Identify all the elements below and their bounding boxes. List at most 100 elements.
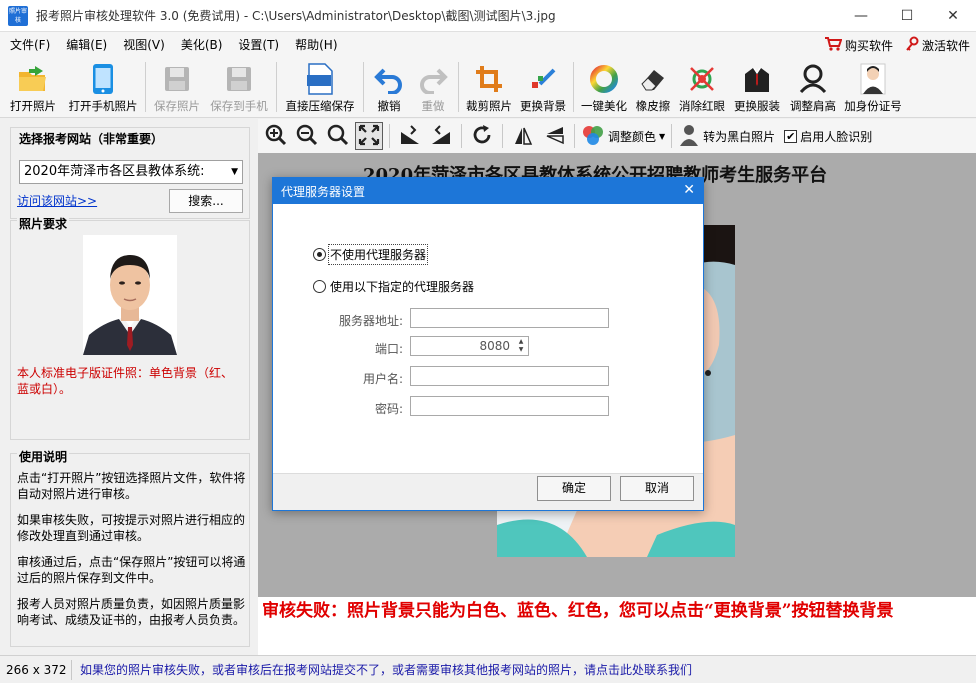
add-id-number-button[interactable]: 加身份证号 [841,58,905,116]
remove-red-eye-label: 消除红眼 [679,99,725,113]
phone-icon [86,62,120,96]
password-label: 密码: [374,402,403,416]
menu-beautify[interactable]: 美化(B) [173,32,231,58]
spin-arrows-icon[interactable]: ▲ ▼ [516,338,526,354]
face-detect-checkbox[interactable]: ✔ [784,129,798,143]
one-click-beautify-button[interactable]: 一键美化 [577,58,631,116]
save-disk-icon [160,62,194,96]
instructions-text: 点击“打开照片”按钮选择照片文件，软件将自动对照片进行审核。 如果审核失败，可按… [17,470,247,638]
activate-software-button[interactable]: 激活软件 [905,36,970,55]
menu-edit[interactable]: 编辑(E) [58,32,115,58]
username-field[interactable] [410,366,609,386]
suit-icon [740,62,774,96]
requirements-group-title: 照片要求 [17,215,70,232]
ok-button[interactable]: 确定 [537,476,611,501]
adjust-shoulders-label: 调整肩高 [790,99,836,113]
menu-file[interactable]: 文件(F) [0,32,58,58]
site-group-title: 选择报考网站（非常重要） [17,130,166,147]
site-select[interactable]: 2020年菏泽市各区县教体系统: ▼ [19,160,243,184]
radio-use-proxy[interactable]: 使用以下指定的代理服务器 [313,278,474,295]
dialog-close-icon[interactable]: ✕ [683,182,695,198]
zoom-out-button[interactable] [293,122,321,150]
save-phone-icon [222,62,256,96]
port-label: 端口: [374,342,403,356]
radio-use-proxy-button[interactable] [313,280,326,293]
cancel-button[interactable]: 取消 [620,476,694,501]
zoom-in-button[interactable] [262,122,290,150]
window-title: 报考照片审核处理软件 3.0 (免费试用) - C:\Users\Adminis… [36,9,556,23]
fit-window-button[interactable] [355,122,383,150]
adjust-shoulders-button[interactable]: 调整肩高 [785,58,841,116]
close-button[interactable]: ✕ [930,0,976,32]
open-phone-photo-button[interactable]: 打开手机照片 [64,58,142,116]
save-photo-button[interactable]: 保存照片 [149,58,205,116]
password-field[interactable] [410,396,609,416]
username-label: 用户名: [362,372,403,386]
undo-label: 撤销 [377,99,401,113]
radio-use-proxy-label: 使用以下指定的代理服务器 [330,280,475,294]
id-photo-icon [856,62,890,96]
refresh-icon [471,124,493,149]
remove-red-eye-button[interactable]: 消除红眼 [675,58,729,116]
search-button[interactable]: 搜索... [169,189,243,213]
open-photo-button[interactable]: 打开照片 [2,58,64,116]
grayscale-button[interactable]: 转为黑白照片 [678,124,775,149]
flip-horizontal-button[interactable] [509,122,537,150]
radio-no-proxy-button[interactable] [313,248,326,261]
save-to-phone-label: 保存到手机 [210,99,268,113]
fit-window-icon [358,124,380,149]
activate-software-label: 激活软件 [921,38,970,53]
image-toolbar-separator [502,124,503,148]
image-toolbar-separator [461,124,462,148]
toolbar-separator [276,62,277,112]
folder-open-icon [16,62,50,96]
minimize-button[interactable]: — [838,0,884,32]
menu-settings[interactable]: 设置(T) [230,32,287,58]
undo-button[interactable]: 撤销 [367,58,411,116]
replace-background-button[interactable]: 更换背景 [516,58,570,116]
rotate-left-button[interactable] [396,122,424,150]
menu-help[interactable]: 帮助(H) [287,32,345,58]
server-address-label: 服务器地址: [338,314,403,328]
contact-us-link[interactable]: 如果您的照片审核失败，或者审核后在报考网站提交不了，或者需要审核其他报考网站的照… [72,661,692,678]
refresh-button[interactable] [468,122,496,150]
redo-icon [416,62,450,96]
image-toolbar-separator [671,124,673,148]
server-address-field[interactable] [410,308,609,328]
port-stepper[interactable]: 8080 ▲ ▼ [410,336,529,356]
flip-horizontal-icon [512,124,534,149]
buy-software-label: 购买软件 [844,38,893,53]
menu-view[interactable]: 视图(V) [115,32,173,58]
audit-result-area: 审核失败：照片背景只能为白色、蓝色、红色，您可以点击“更换背景”按钮替换背景 [258,597,976,655]
person-icon [678,124,700,149]
left-panel: 选择报考网站（非常重要） 2020年菏泽市各区县教体系统: ▼ 访问该网站>> … [0,119,258,655]
buy-software-button[interactable]: 购买软件 [824,36,893,55]
face-detect-toggle[interactable]: ✔ 启用人脸识别 [784,128,872,145]
instruction-paragraph: 点击“打开照片”按钮选择照片文件，软件将自动对照片进行审核。 [17,471,246,501]
title-bar: 照片审核 报考照片审核处理软件 3.0 (免费试用) - C:\Users\Ad… [0,0,976,32]
crop-photo-button[interactable]: 裁剪照片 [462,58,516,116]
compress-save-button[interactable]: 直接压缩保存 [280,58,360,116]
flip-vertical-button[interactable] [540,122,568,150]
brush-icon [526,62,560,96]
proxy-settings-dialog: 代理服务器设置 ✕ 不使用代理服务器 使用以下指定的代理服务器 服务器地址: 端… [272,177,704,511]
redo-label: 重做 [421,99,445,113]
crop-icon [472,62,506,96]
rotate-right-button[interactable] [427,122,455,150]
replace-clothes-button[interactable]: 更换服装 [729,58,785,116]
image-size-readout: 266 x 372 [0,659,72,680]
maximize-button[interactable]: ☐ [884,0,930,32]
visit-site-link[interactable]: 访问该网站>> [17,192,97,209]
adjust-color-button[interactable]: 调整颜色 ▼ [581,124,665,149]
radio-no-proxy[interactable]: 不使用代理服务器 [313,244,429,265]
flip-vertical-icon [543,124,565,149]
rotate-right-icon [430,124,452,149]
redo-button[interactable]: 重做 [411,58,455,116]
eraser-button[interactable]: 橡皮擦 [631,58,675,116]
save-to-phone-button[interactable]: 保存到手机 [205,58,273,116]
image-toolbar-separator [389,124,390,148]
toolbar-separator [363,62,364,112]
sample-photo [83,235,177,355]
instruction-paragraph: 审核通过后，点击“保存照片”按钮可以将通过后的照片保存到文件中。 [17,555,246,585]
actual-size-button[interactable] [324,122,352,150]
